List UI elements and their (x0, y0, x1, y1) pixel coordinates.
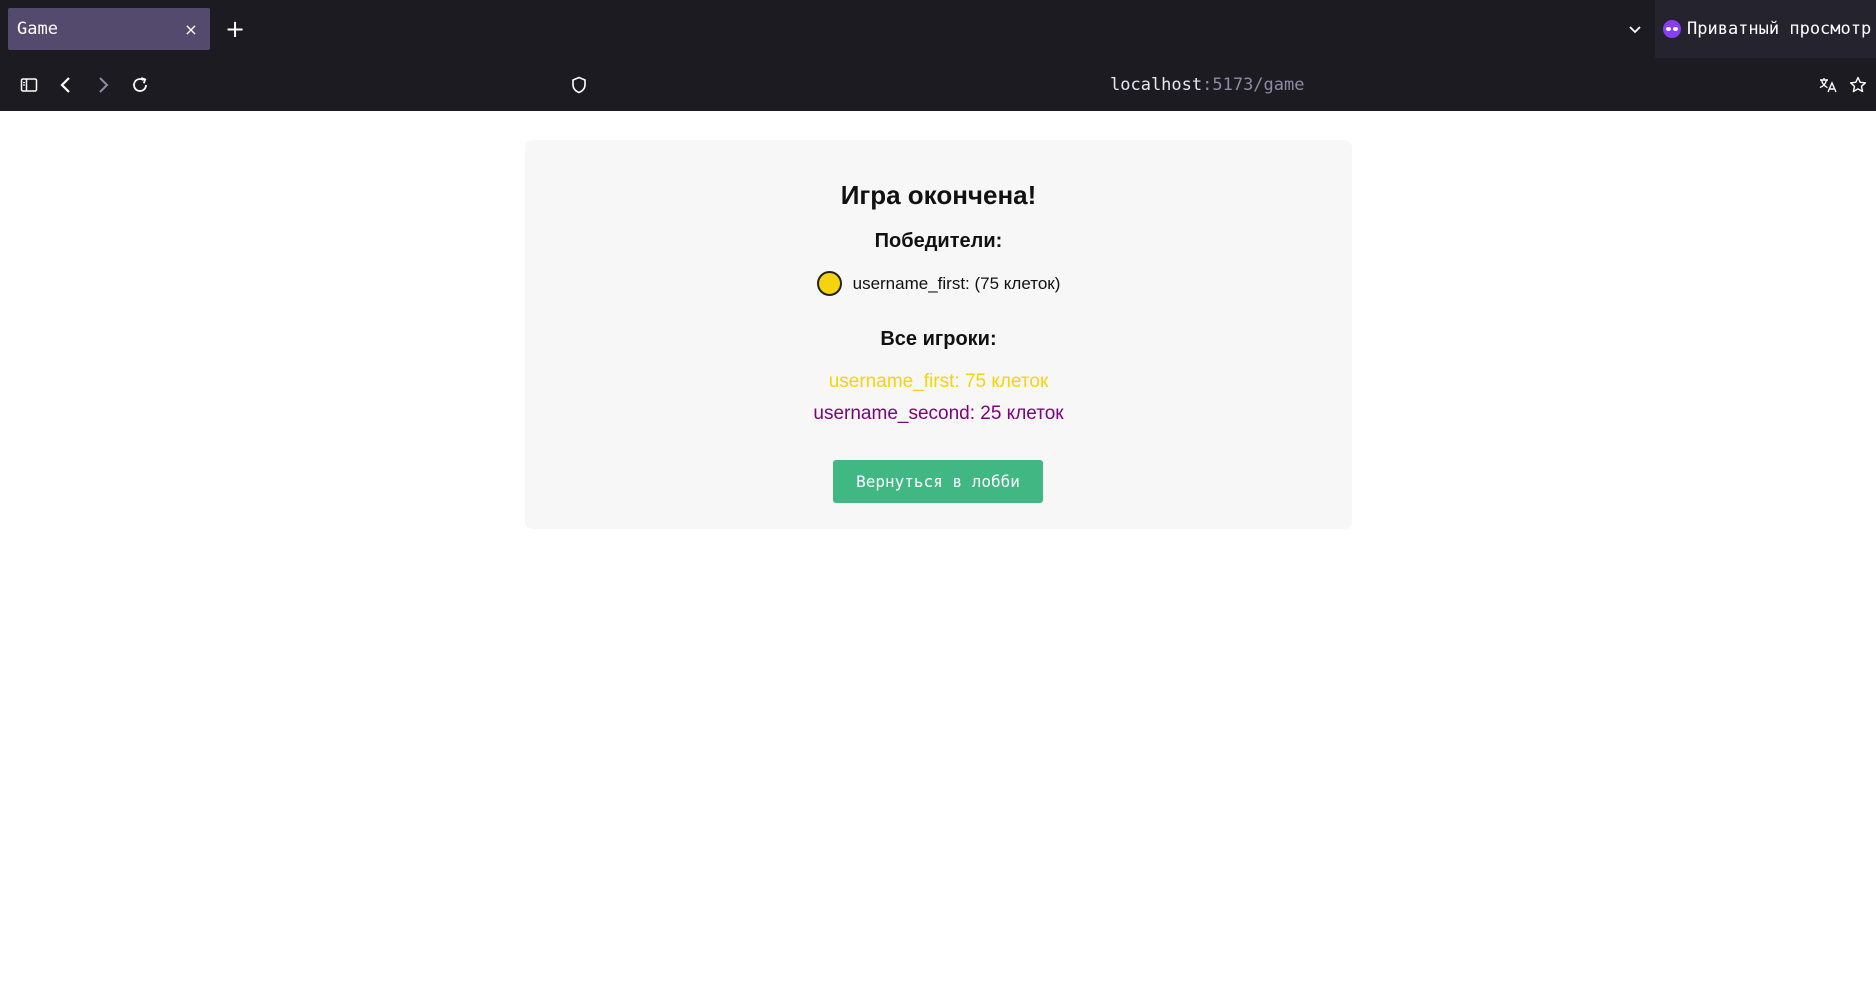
forward-icon[interactable] (90, 72, 116, 98)
game-over-card: Игра окончена! Победители: username_firs… (525, 140, 1352, 529)
winner-color-dot (816, 271, 842, 296)
tab-game[interactable]: Game × (8, 8, 210, 50)
all-players-heading: Все игроки: (880, 328, 997, 350)
tab-title: Game (17, 19, 58, 39)
shield-icon[interactable] (566, 72, 592, 98)
player-score-row: username_second: 25 клеток (813, 403, 1064, 424)
winner-text: username_first: (75 клеток) (852, 273, 1061, 293)
bookmark-star-icon[interactable] (1845, 72, 1871, 98)
private-mask-icon (1663, 20, 1681, 38)
tab-strip: Game × + Приватный просмотр (0, 0, 1876, 58)
private-label: Приватный просмотр (1687, 19, 1872, 39)
url-path: :5173/game (1202, 75, 1305, 95)
return-to-lobby-button[interactable]: Вернуться в лобби (833, 460, 1043, 503)
back-icon[interactable] (53, 72, 79, 98)
winner-row: username_first: (75 клеток) (525, 271, 1352, 296)
sidebar-icon[interactable] (16, 72, 42, 98)
new-tab-button[interactable]: + (222, 15, 248, 43)
navigation-bar: localhost:5173/game (0, 58, 1876, 111)
reload-icon[interactable] (127, 72, 153, 98)
chevron-down-icon[interactable] (1622, 16, 1648, 42)
browser-chrome: Game × + Приватный просмотр localhost:51… (0, 0, 1876, 111)
private-browsing-indicator: Приватный просмотр (1655, 0, 1876, 58)
page-title: Игра окончена! (840, 180, 1037, 210)
player-score-row: username_first: 75 клеток (828, 371, 1049, 392)
address-bar[interactable]: localhost:5173/game (1110, 75, 1304, 95)
winners-heading: Победители: (874, 230, 1003, 252)
tab-close-icon[interactable]: × (180, 18, 202, 40)
translate-icon[interactable] (1815, 72, 1841, 98)
url-host: localhost (1110, 75, 1203, 95)
